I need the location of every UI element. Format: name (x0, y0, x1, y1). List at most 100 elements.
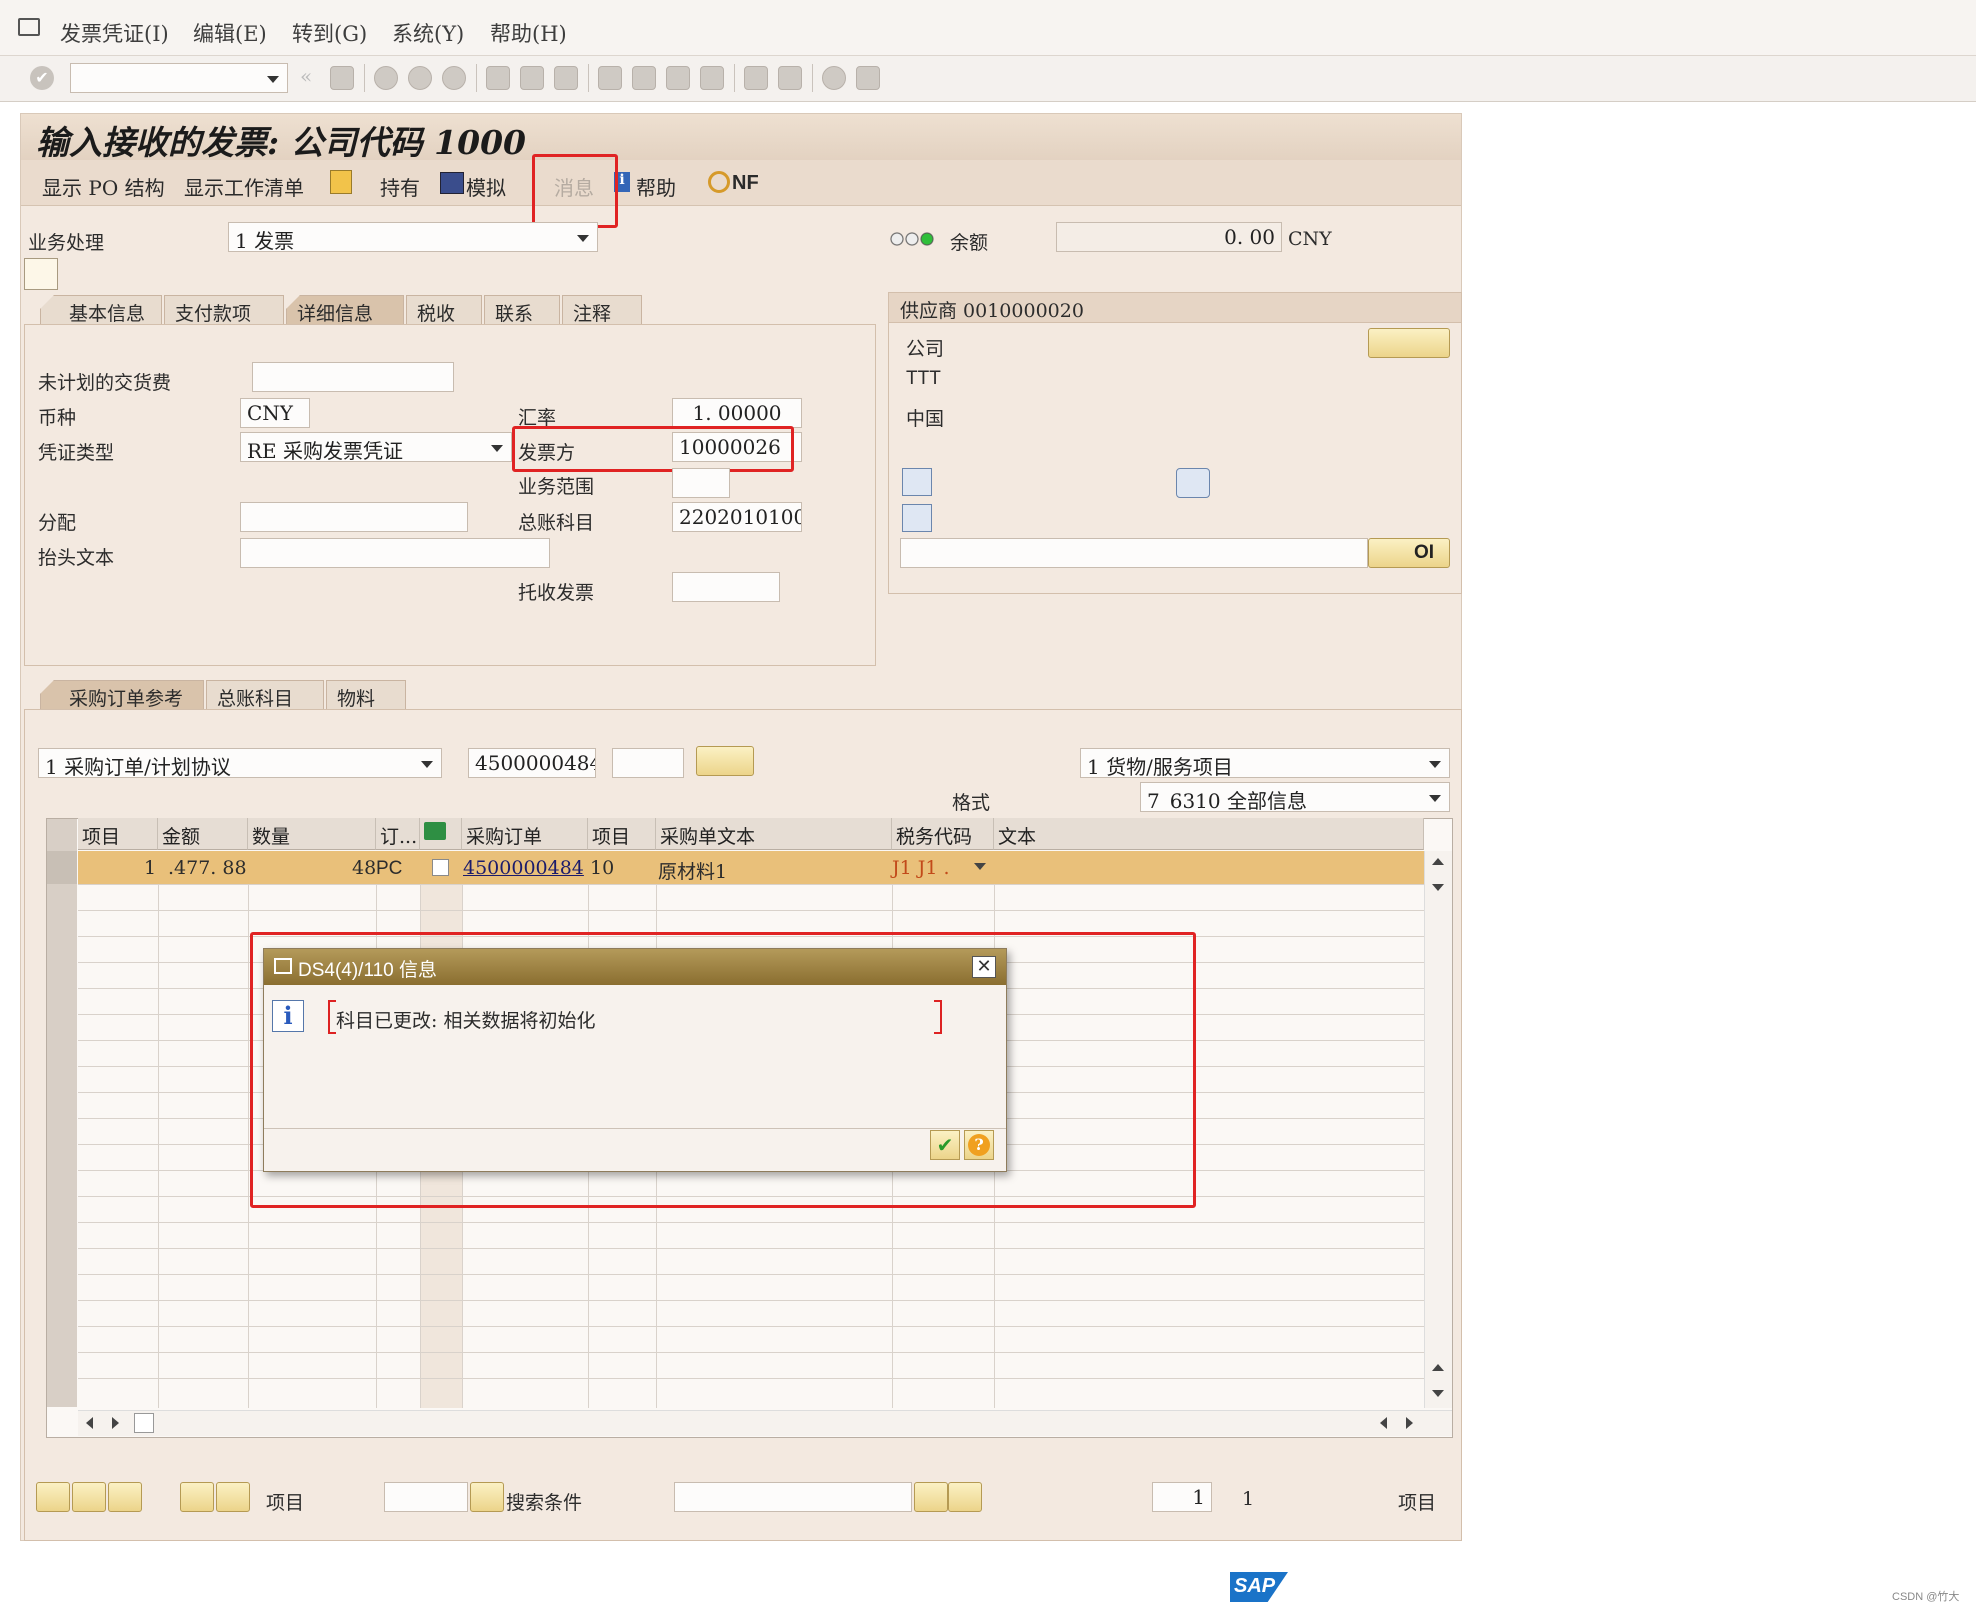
shortcut-icon[interactable] (778, 66, 802, 90)
scroll-right-icon[interactable] (112, 1417, 119, 1429)
col-header-tax-code[interactable]: 税务代码 (892, 818, 994, 850)
col-header-item[interactable]: 项目 (78, 818, 158, 850)
po-number-field[interactable]: 4500000484 (468, 748, 596, 778)
print-icon[interactable] (486, 66, 510, 90)
vendor-delete-icon[interactable] (902, 504, 932, 532)
dialog-help-button[interactable]: ? (964, 1130, 994, 1160)
col-header-text[interactable]: 文本 (994, 818, 1424, 850)
tab-notes[interactable]: 注释 (562, 295, 642, 325)
new-session-icon[interactable] (744, 66, 768, 90)
back-icon[interactable] (374, 66, 398, 90)
layout-select[interactable]: 7_6310 全部信息 (1140, 782, 1450, 812)
tab-gl-account[interactable]: 总账科目 (206, 680, 324, 710)
search-criteria-field[interactable] (674, 1482, 912, 1512)
vendor-bank-icon[interactable] (1176, 468, 1210, 498)
horizontal-scrollbar[interactable] (78, 1410, 1452, 1436)
scroll-up-icon[interactable] (1432, 858, 1444, 865)
col-header-po-text[interactable]: 采购单文本 (656, 818, 892, 850)
scroll-left-icon[interactable] (1380, 1417, 1387, 1429)
refresh-button[interactable] (108, 1482, 142, 1512)
enter-check-icon[interactable]: ✔ (30, 66, 54, 90)
show-po-structure-button[interactable]: 显示 PO 结构 (42, 172, 165, 201)
prev-page-icon[interactable] (632, 66, 656, 90)
exit-icon[interactable] (408, 66, 432, 90)
assignment-field[interactable] (240, 502, 468, 532)
next-page-icon[interactable] (666, 66, 690, 90)
row-po-link[interactable]: 4500000484 (463, 857, 584, 879)
scroll-right-icon[interactable] (1406, 1417, 1413, 1429)
first-page-icon[interactable] (598, 66, 622, 90)
item-type-select[interactable]: 1 货物/服务项目 (1080, 748, 1450, 778)
cancel-icon[interactable] (442, 66, 466, 90)
col-header-po-item[interactable]: 项目 (588, 818, 656, 850)
vendor-address-icon[interactable] (902, 468, 932, 496)
table-row[interactable] (78, 851, 1424, 884)
row-selector[interactable] (47, 851, 77, 884)
expand-header-icon[interactable] (24, 258, 58, 290)
nf-button[interactable]: NF (732, 172, 759, 195)
filter-button[interactable] (216, 1482, 250, 1512)
col-header-po[interactable]: 采购订单 (462, 818, 588, 850)
scroll-down-icon[interactable] (1432, 1390, 1444, 1397)
clipboard-icon[interactable] (330, 170, 352, 194)
reference-type-select[interactable]: 1 采购订单/计划协议 (38, 748, 442, 778)
find-next-icon[interactable] (554, 66, 578, 90)
save-icon[interactable] (330, 66, 354, 90)
hold-button[interactable]: 持有 (380, 172, 420, 201)
col-header-amount[interactable]: 金额 (158, 818, 248, 850)
search-criteria-button[interactable] (470, 1482, 504, 1512)
layout-icon[interactable] (856, 66, 880, 90)
tab-payment[interactable]: 支付款项 (164, 295, 284, 325)
menu-system[interactable]: 系统(Y) (392, 18, 464, 48)
menu-invoice-doc[interactable]: 发票凭证(I) (60, 18, 169, 48)
simulate-button[interactable]: 模拟 (466, 172, 506, 201)
transaction-select[interactable]: 1 发票 (228, 222, 598, 252)
last-page-icon[interactable] (700, 66, 724, 90)
scroll-left-icon[interactable] (86, 1417, 93, 1429)
delete-row-button[interactable] (72, 1482, 106, 1512)
show-worklist-button[interactable]: 显示工作清单 (184, 172, 304, 201)
tab-material[interactable]: 物料 (326, 680, 406, 710)
menu-goto[interactable]: 转到(G) (292, 18, 367, 48)
collection-invoice-field[interactable] (672, 572, 780, 602)
tab-basic-data[interactable]: 基本信息 (40, 295, 162, 324)
scroll-up-icon[interactable] (1432, 1364, 1444, 1371)
po-item-field[interactable] (612, 748, 684, 778)
menu-edit[interactable]: 编辑(E) (193, 18, 267, 48)
row-checkbox[interactable] (432, 859, 449, 876)
business-area-field[interactable] (672, 468, 730, 498)
row-tax-code[interactable]: J1 J1 . (892, 857, 950, 879)
unplanned-delivery-field[interactable] (252, 362, 454, 392)
header-text-field[interactable] (240, 538, 550, 568)
col-header-select[interactable] (420, 818, 462, 850)
tab-contact[interactable]: 联系 (484, 295, 560, 325)
page-number-field[interactable]: 1 (1152, 1482, 1212, 1512)
find-next-icon[interactable] (948, 1482, 982, 1512)
back-chevron-icon[interactable]: « (300, 64, 312, 88)
currency-field[interactable]: CNY (240, 398, 310, 428)
col-header-order-unit[interactable]: 订... (376, 818, 420, 850)
details-button[interactable] (36, 1482, 70, 1512)
help-icon[interactable] (822, 66, 846, 90)
find-icon[interactable] (914, 1482, 948, 1512)
exchange-rate-field[interactable]: 1. 00000 (672, 398, 802, 428)
scroll-down-icon[interactable] (1432, 884, 1444, 891)
help-button[interactable]: 帮助 (636, 172, 676, 201)
doc-type-select[interactable]: RE 采购发票凭证 (240, 432, 512, 462)
tab-details[interactable]: 详细信息 (286, 295, 404, 324)
scroll-thumb[interactable] (134, 1413, 154, 1433)
vendor-search-field[interactable] (900, 538, 1368, 568)
vertical-scrollbar[interactable] (1424, 851, 1452, 1408)
dialog-close-icon[interactable]: ✕ (972, 956, 996, 978)
open-items-button[interactable] (1368, 538, 1450, 568)
col-header-quantity[interactable]: 数量 (248, 818, 376, 850)
find-icon[interactable] (520, 66, 544, 90)
tab-po-reference[interactable]: 采购订单参考 (40, 680, 204, 709)
tab-tax[interactable]: 税收 (406, 295, 482, 325)
transfer-po-button[interactable] (696, 746, 754, 776)
dialog-confirm-button[interactable]: ✔ (930, 1130, 960, 1160)
tax-code-dropdown-icon[interactable] (974, 863, 986, 870)
item-search-field[interactable] (384, 1482, 468, 1512)
vendor-master-button[interactable] (1368, 328, 1450, 358)
gl-account-field[interactable]: 2202010100 (672, 502, 802, 532)
